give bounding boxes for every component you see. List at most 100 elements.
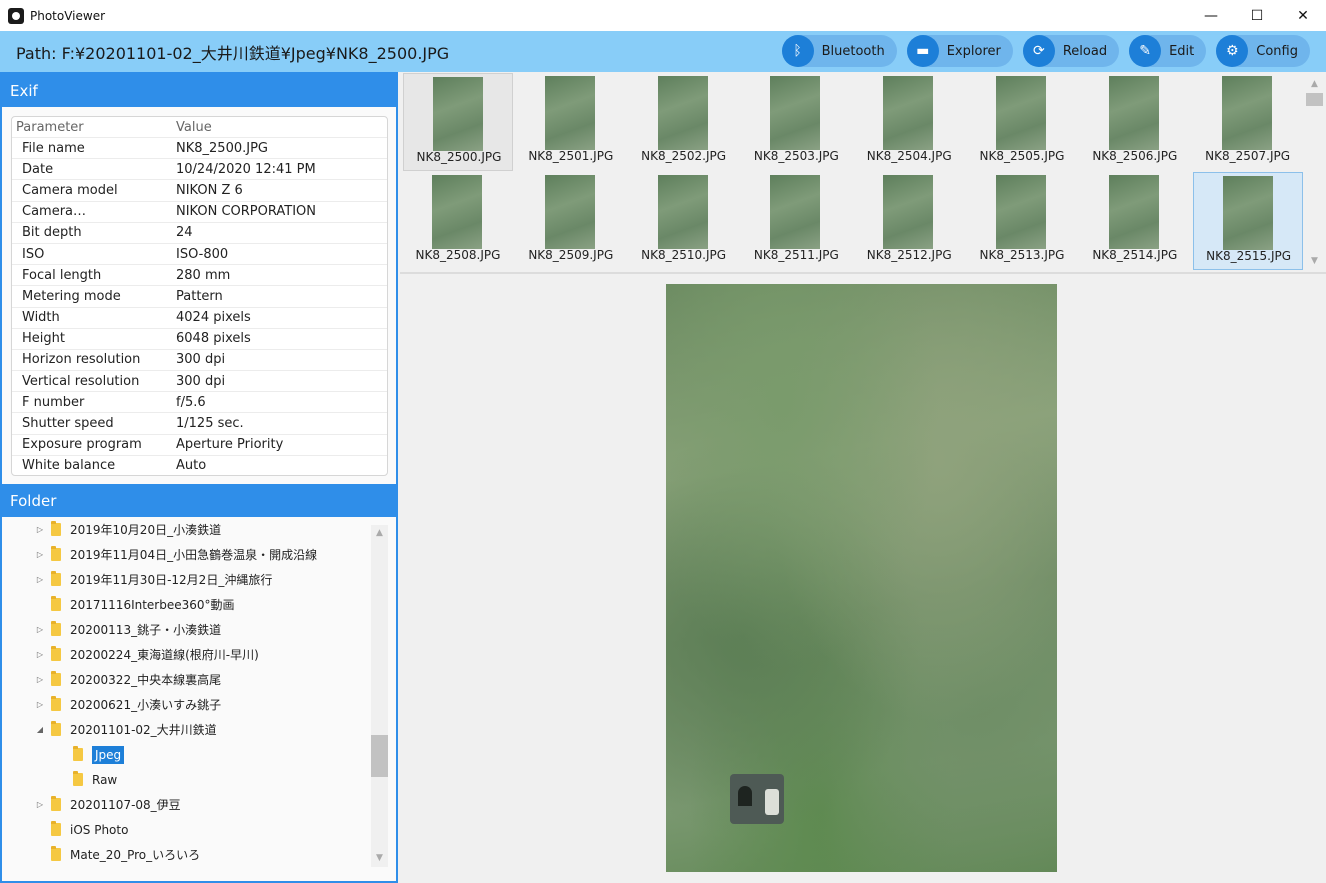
exif-row[interactable]: ISO ISO-800 [12, 244, 387, 266]
exif-header: Exif [2, 74, 396, 107]
scroll-thumb[interactable] [1306, 93, 1323, 106]
exif-param: Focal length [22, 267, 102, 283]
edit-button[interactable]: ✎ Edit [1129, 35, 1207, 67]
folder-label: 20200621_小湊いすみ銚子 [70, 698, 222, 712]
scroll-down-icon[interactable]: ▼ [371, 850, 388, 867]
exif-row[interactable]: Camera… NIKON CORPORATION [12, 202, 387, 223]
scroll-thumb[interactable] [371, 735, 388, 777]
expander-icon[interactable]: ▷ [34, 550, 46, 559]
folder-tree-item[interactable]: ▷ 20200113_銚子・小湊鉄道 [34, 617, 221, 642]
thumbnail-image [996, 175, 1046, 249]
expander-icon[interactable]: ▷ [34, 575, 46, 584]
exif-row[interactable]: Horizon resolution 300 dpi [12, 350, 387, 372]
camera-icon [8, 7, 24, 24]
scroll-up-icon[interactable]: ▲ [371, 525, 388, 542]
folder-tree-item[interactable]: ▷ 20200224_東海道線(根府川-早川) [34, 642, 259, 667]
thumbnail[interactable]: NK8_2501.JPG [516, 73, 626, 171]
exif-param: Vertical resolution [22, 373, 140, 389]
reload-button[interactable]: ⟳ Reload [1022, 35, 1120, 67]
exif-param: Date [22, 161, 54, 177]
folder-tree-item[interactable]: ▷ 20201107-08_伊豆 [34, 792, 181, 817]
exif-row[interactable]: Camera model NIKON Z 6 [12, 180, 387, 202]
folder-tree-item[interactable]: iOS Photo [34, 817, 128, 842]
maximize-button[interactable]: ☐ [1234, 0, 1280, 31]
folder-icon [51, 671, 61, 686]
folder-label: 2019年11月30日-12月2日_沖縄旅行 [70, 573, 273, 587]
folder-icon [51, 696, 61, 711]
folder-label: 20200224_東海道線(根府川-早川) [70, 648, 259, 662]
expander-icon[interactable]: ▷ [34, 675, 46, 684]
thumbnail[interactable]: NK8_2512.JPG [854, 172, 964, 270]
thumbnail[interactable]: NK8_2505.JPG [967, 73, 1077, 171]
thumbnail-image [1222, 176, 1273, 250]
folder-label: 20200322_中央本線裏高尾 [70, 673, 222, 687]
exif-row[interactable]: Shutter speed 1/125 sec. [12, 413, 387, 435]
config-button[interactable]: ⚙ Config [1216, 35, 1310, 67]
folder-scrollbar[interactable]: ▲ ▼ [371, 525, 388, 867]
folder-tree-item[interactable]: ▷ 2019年11月30日-12月2日_沖縄旅行 [34, 567, 272, 592]
exif-row[interactable]: Bit depth 24 [12, 223, 387, 244]
thumbnail[interactable]: NK8_2507.JPG [1193, 73, 1303, 171]
thumbnail[interactable]: NK8_2509.JPG [516, 172, 626, 270]
exif-row[interactable]: Vertical resolution 300 dpi [12, 371, 387, 393]
scroll-up-icon[interactable]: ▲ [1306, 76, 1323, 93]
thumbnail[interactable]: NK8_2504.JPG [854, 73, 964, 171]
exif-row[interactable]: Date 10/24/2020 12:41 PM [12, 159, 387, 181]
config-label: Config [1256, 43, 1298, 59]
exif-param: Camera model [22, 182, 118, 198]
folder-tree-item[interactable]: ▷ 20200322_中央本線裏高尾 [34, 667, 221, 692]
exif-row[interactable]: White balance Auto [12, 456, 387, 475]
exif-row[interactable]: Focal length 280 mm [12, 265, 387, 287]
thumbnail-image [770, 175, 821, 249]
folder-tree-item[interactable]: Mate_20_Pro_いろいろ [34, 842, 200, 867]
expander-icon[interactable]: ▷ [34, 625, 46, 634]
expander-icon[interactable]: ◢ [34, 725, 46, 734]
thumbnail[interactable]: NK8_2502.JPG [629, 73, 739, 171]
exif-row[interactable]: Exposure program Aperture Priority [12, 435, 387, 456]
thumbnail-image [1108, 76, 1159, 150]
exif-row[interactable]: F number f/5.6 [12, 392, 387, 414]
folder-tree-item[interactable]: 20171116Interbee360°動画 [34, 592, 235, 617]
thumbnail-image [883, 175, 934, 249]
exif-value: 6048 pixels [176, 331, 251, 347]
exif-row[interactable]: Metering mode Pattern [12, 286, 387, 308]
thumbnail[interactable]: NK8_2514.JPG [1080, 172, 1190, 270]
folder-tree-item[interactable]: ◢ 20201101-02_大井川鉄道 [34, 717, 217, 742]
thumbnail[interactable]: NK8_2503.JPG [741, 73, 851, 171]
expander-icon[interactable]: ▷ [34, 525, 46, 534]
bluetooth-button[interactable]: ᛒ Bluetooth [781, 35, 897, 67]
folder-tree-item[interactable]: ▷ 2019年10月20日_小湊鉄道 [34, 517, 221, 542]
folder-icon [51, 621, 61, 636]
param-column-header[interactable]: Parameter [12, 120, 176, 135]
value-column-header[interactable]: Value [176, 120, 212, 135]
thumbnail[interactable]: NK8_2500.JPG [403, 73, 513, 171]
scroll-down-icon[interactable]: ▼ [1306, 253, 1323, 270]
main-image-view [400, 276, 1326, 883]
thumbnail[interactable]: NK8_2515.JPG [1192, 172, 1303, 270]
folder-tree-item[interactable]: Raw [56, 767, 117, 792]
expander-icon[interactable]: ▷ [34, 800, 46, 809]
thumbnail[interactable]: NK8_2510.JPG [629, 172, 739, 270]
explorer-button[interactable]: ▬ Explorer [906, 35, 1013, 67]
thumbnail[interactable]: NK8_2506.JPG [1080, 73, 1190, 171]
thumbnail[interactable]: NK8_2508.JPG [403, 172, 513, 270]
folder-tree-item[interactable]: Jpeg [56, 742, 125, 767]
thumbnail[interactable]: NK8_2513.JPG [967, 172, 1077, 270]
exif-param: Camera… [22, 204, 87, 220]
folder-tree-item[interactable]: ▷ 20200621_小湊いすみ銚子 [34, 692, 221, 717]
exif-value: 300 dpi [176, 373, 226, 389]
close-button[interactable]: ✕ [1280, 0, 1326, 31]
exif-row[interactable]: File name NK8_2500.JPG [12, 138, 387, 160]
folder-tree-item[interactable]: ▷ 2019年11月04日_小田急鶴巻温泉・開成沿線 [34, 542, 317, 567]
thumbnail-scrollbar[interactable]: ▲ ▼ [1306, 76, 1323, 270]
thumbnail[interactable]: NK8_2511.JPG [741, 172, 851, 270]
thumbnail-label: NK8_2513.JPG [979, 248, 1065, 262]
expander-icon[interactable]: ▷ [34, 700, 46, 709]
expander-icon[interactable]: ▷ [34, 650, 46, 659]
exif-row[interactable]: Height 6048 pixels [12, 329, 387, 350]
bluetooth-label: Bluetooth [821, 43, 885, 59]
thumbnail-label: NK8_2512.JPG [866, 248, 952, 262]
exif-value: Pattern [176, 288, 223, 304]
minimize-button[interactable]: — [1188, 0, 1234, 31]
exif-row[interactable]: Width 4024 pixels [12, 308, 387, 329]
